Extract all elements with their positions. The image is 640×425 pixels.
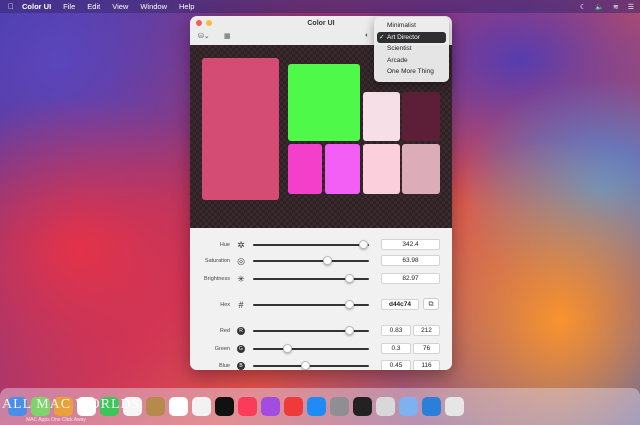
close-button[interactable] [196, 20, 202, 26]
minimize-button[interactable] [206, 20, 212, 26]
menu-help[interactable]: Help [179, 2, 194, 11]
saturation-row: Saturation ◎ 63.98 [190, 254, 452, 268]
brightness-label: Brightness [204, 276, 230, 282]
blue-value-field[interactable]: 0.45 [381, 360, 411, 370]
menu-bar:  Color UI File Edit View Window Help ☾ … [0, 0, 640, 13]
blue-slider-knob[interactable] [300, 361, 310, 370]
swatch-green[interactable] [288, 64, 360, 141]
blue-slider-track[interactable] [253, 365, 369, 367]
red-channel-icon: R [237, 327, 245, 335]
sun-icon: ✳ [237, 274, 245, 284]
green-value-field[interactable]: 0.3 [381, 343, 411, 354]
green-int-field[interactable]: 76 [413, 343, 440, 354]
dock-app-icon[interactable] [238, 397, 257, 416]
dock-app-icon[interactable] [215, 397, 234, 416]
red-label: Red [219, 328, 230, 334]
hex-label: Hex [220, 302, 230, 308]
blue-label: Blue [218, 363, 230, 369]
hue-row: Hue ✲ 342.4 [190, 238, 452, 252]
dock-app-icon[interactable] [284, 397, 303, 416]
paint-bucket-icon[interactable]: ⛁⌄ [198, 32, 210, 40]
dock-app-icon[interactable] [169, 397, 188, 416]
window-title: Color UI [307, 19, 335, 27]
copy-button[interactable]: ⧉ [423, 298, 439, 310]
wifi-icon[interactable]: ≋ [613, 3, 619, 11]
aperture-icon: ✲ [237, 240, 245, 250]
contrast-icon[interactable]: ◐ [365, 32, 369, 39]
dock-app-icon[interactable] [330, 397, 349, 416]
green-label: Green [214, 346, 230, 352]
mode-menu: Minimalist ✓ Art Director Scientist Arcad… [374, 17, 449, 82]
watermark-logo: ALL MAC WORLDS [2, 397, 141, 412]
blue-channel-icon: B [237, 362, 245, 370]
menu-item-label: Minimalist [387, 22, 416, 29]
red-value-field[interactable]: 0.83 [381, 325, 411, 336]
menu-item-one-more-thing[interactable]: One More Thing [377, 66, 446, 78]
watermark-tagline: MAC Apps One Click Away [26, 417, 86, 423]
dock-app-icon[interactable] [353, 397, 372, 416]
blue-row: Blue B 0.45 116 [190, 359, 452, 370]
menu-item-minimalist[interactable]: Minimalist [377, 20, 446, 32]
main-color-swatch[interactable] [202, 58, 279, 200]
menu-item-label: Art Director [387, 33, 420, 41]
menu-item-scientist[interactable]: Scientist [377, 43, 446, 55]
dock-app-icon[interactable] [445, 397, 464, 416]
green-slider-knob[interactable] [283, 344, 293, 353]
hex-slider-knob[interactable] [344, 300, 354, 309]
control-center-icon[interactable]: ☰ [628, 3, 634, 11]
hue-value-field[interactable]: 342.4 [381, 239, 440, 250]
menu-item-label: Arcade [387, 56, 408, 64]
dock-app-icon[interactable] [376, 397, 395, 416]
saturation-label: Saturation [204, 258, 230, 264]
saturation-icon: ◎ [237, 256, 245, 266]
menu-app-name[interactable]: Color UI [22, 2, 51, 11]
red-row: Red R 0.83 212 [190, 324, 452, 338]
dock-app-icon[interactable] [146, 397, 165, 416]
menu-item-label: One More Thing [387, 68, 434, 75]
checkmark-icon: ✓ [379, 33, 385, 41]
hex-row: Hex # d44c74 ⧉ [190, 298, 452, 312]
brightness-row: Brightness ✳ 82.97 [190, 272, 452, 286]
brightness-slider-knob[interactable] [344, 274, 354, 283]
saturation-slider-track[interactable] [253, 260, 369, 262]
apple-icon[interactable]:  [0, 2, 22, 11]
menu-view[interactable]: View [112, 2, 128, 11]
hue-slider-knob[interactable] [358, 240, 368, 249]
saturation-value-field[interactable]: 63.98 [381, 255, 440, 266]
sound-icon[interactable]: 🔈 [595, 3, 604, 11]
blue-int-field[interactable]: 116 [413, 360, 440, 370]
dock-app-icon[interactable] [422, 397, 441, 416]
saturation-slider-knob[interactable] [322, 256, 332, 265]
hex-value-field[interactable]: d44c74 [381, 299, 419, 310]
swatch-magenta-2[interactable] [325, 144, 360, 194]
swatch-pale-pink[interactable] [363, 92, 400, 141]
dock-app-icon[interactable] [399, 397, 418, 416]
menu-edit[interactable]: Edit [87, 2, 100, 11]
menu-item-art-director[interactable]: ✓ Art Director [377, 31, 446, 43]
hue-label: Hue [219, 242, 230, 248]
green-row: Green G 0.3 76 [190, 342, 452, 356]
grid-icon[interactable]: ▦ [224, 32, 231, 40]
menu-item-label: Scientist [387, 45, 412, 52]
moon-icon[interactable]: ☾ [580, 3, 586, 11]
menu-item-arcade[interactable]: Arcade [377, 55, 446, 67]
menu-file[interactable]: File [63, 2, 75, 11]
brightness-value-field[interactable]: 82.97 [381, 273, 440, 284]
dock-app-icon[interactable] [192, 397, 211, 416]
red-slider-knob[interactable] [344, 326, 354, 335]
hash-icon: # [238, 300, 244, 310]
swatch-dusty-pink[interactable] [402, 144, 440, 194]
color-controls: Hue ✲ 342.4 Saturation ◎ 63.98 Brightnes… [190, 228, 452, 370]
swatch-magenta-1[interactable] [288, 144, 322, 194]
red-int-field[interactable]: 212 [413, 325, 440, 336]
green-channel-icon: G [237, 345, 245, 353]
swatch-burgundy[interactable] [402, 92, 440, 141]
dock-app-icon[interactable] [261, 397, 280, 416]
green-slider-track[interactable] [253, 348, 369, 350]
menu-window[interactable]: Window [140, 2, 167, 11]
dock-app-icon[interactable] [307, 397, 326, 416]
hue-slider-track[interactable] [253, 244, 369, 246]
swatch-light-pink[interactable] [363, 144, 400, 194]
